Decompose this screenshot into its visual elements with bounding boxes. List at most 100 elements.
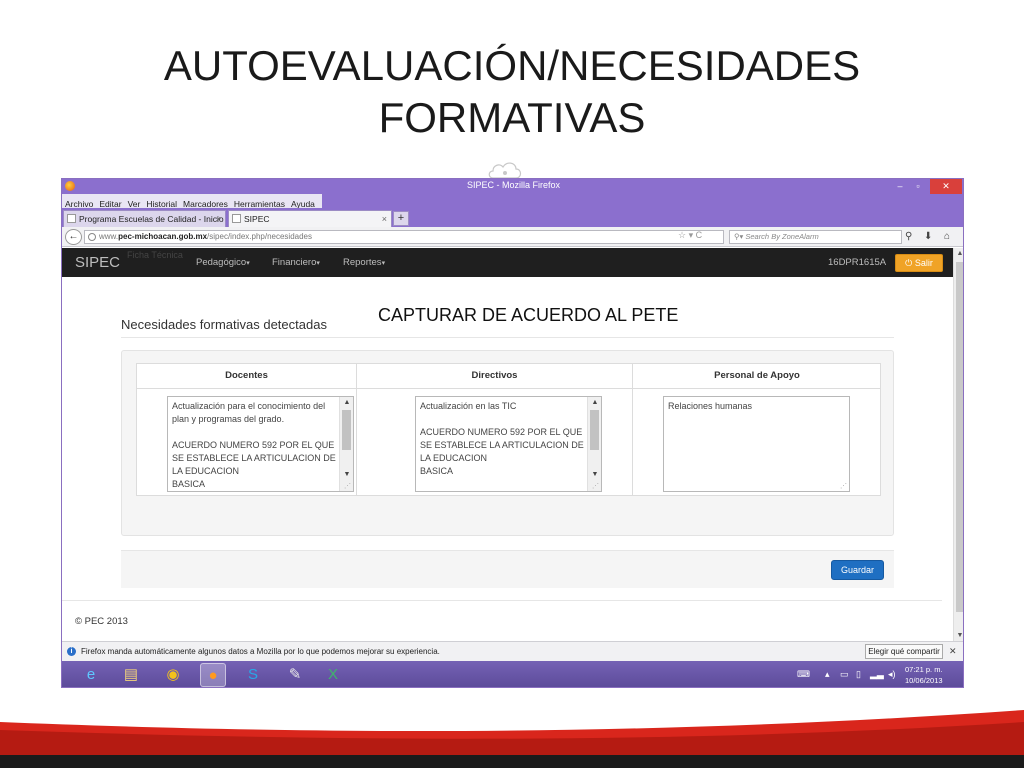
needs-table: Docentes Actualización para el conocimie…: [136, 363, 881, 496]
paint-icon[interactable]: ✎: [282, 663, 308, 687]
page-content: Necesidades formativas detectadas CAPTUR…: [62, 277, 953, 641]
info-icon: i: [67, 647, 76, 656]
url-host: pec-michoacan.gob.mx: [118, 232, 208, 241]
close-window-button[interactable]: ✕: [930, 179, 962, 194]
save-button[interactable]: Guardar: [831, 560, 884, 580]
slide-title-line-2: FORMATIVAS: [378, 94, 646, 141]
slide-title-line-1: AUTOEVALUACIÓN/NECESIDADES: [163, 42, 861, 89]
url-tools: ☆ ▾ C: [678, 230, 702, 241]
network-icon[interactable]: ▭: [840, 669, 849, 680]
resize-grip-icon[interactable]: ⋰: [344, 482, 351, 490]
tab-bar: Programa Escuelas de Calidad - Inicio × …: [62, 208, 963, 227]
column-header-directivos: Directivos: [357, 364, 632, 389]
download-icon[interactable]: ⬇: [924, 231, 932, 242]
search-go-icon[interactable]: ⚲: [905, 231, 912, 242]
footer-divider: [62, 600, 942, 601]
scroll-thumb[interactable]: [590, 410, 599, 450]
home-icon[interactable]: ⌂: [944, 231, 950, 242]
textarea-scrollbar[interactable]: ▲ ▼: [587, 397, 601, 491]
ficha-tecnica-ghost-text: Ficha Técnica: [127, 250, 183, 260]
logout-button[interactable]: ⏻ Salir: [895, 254, 943, 272]
internet-explorer-icon[interactable]: e: [78, 663, 104, 687]
tab-label: SIPEC: [244, 214, 270, 224]
tab-label: Programa Escuelas de Calidad - Inicio: [79, 214, 224, 224]
column-docentes: Docentes Actualización para el conocimie…: [137, 364, 356, 495]
needs-panel: Docentes Actualización para el conocimie…: [121, 350, 894, 536]
url-bar[interactable]: www.pec-michoacan.gob.mx/sipec/index.php…: [84, 230, 724, 244]
excel-icon[interactable]: X: [320, 663, 346, 687]
window-title: SIPEC - Mozilla Firefox: [466, 180, 561, 190]
globe-icon: [88, 233, 96, 241]
scroll-up-icon[interactable]: ▲: [588, 397, 601, 409]
caret-down-icon: ▾: [246, 260, 250, 267]
column-personal-apoyo: Personal de Apoyo Relaciones humanas ⋰: [633, 364, 881, 495]
tab-sipec[interactable]: SIPEC ×: [228, 210, 392, 227]
app-navbar: SIPEC Ficha Técnica Pedagógico▾ Financie…: [62, 248, 953, 277]
scroll-up-icon[interactable]: ▲: [954, 250, 963, 257]
resize-grip-icon[interactable]: ⋰: [592, 482, 599, 490]
scroll-down-icon[interactable]: ▼: [954, 632, 963, 639]
notification-bar: i Firefox manda automáticamente algunos …: [62, 641, 963, 661]
directivos-text: Actualización en las TIC ACUERDO NUMERO …: [420, 401, 584, 476]
dropdown-icon[interactable]: ▾: [689, 230, 694, 240]
firefox-icon[interactable]: ●: [200, 663, 226, 687]
file-explorer-icon[interactable]: ▤: [118, 663, 144, 687]
bookmark-star-icon[interactable]: ☆: [678, 230, 686, 240]
heading-divider: [121, 337, 894, 338]
column-header-docentes: Docentes: [137, 364, 356, 389]
reload-icon[interactable]: C: [696, 230, 703, 240]
volume-icon[interactable]: ◂): [888, 669, 896, 680]
menu-items: Archivo Editar Ver Historial Marcadores Herra…: [62, 194, 322, 209]
caret-down-icon: ▾: [316, 260, 320, 267]
page-scroll-thumb[interactable]: [956, 262, 963, 612]
scroll-up-icon[interactable]: ▲: [340, 397, 353, 409]
resize-grip-icon[interactable]: ⋰: [840, 482, 847, 490]
docentes-text: Actualización para el conocimiento del p…: [172, 401, 336, 489]
page-icon: [67, 214, 76, 223]
nav-reportes[interactable]: Reportes▾: [343, 257, 385, 268]
chrome-icon[interactable]: ◉: [160, 663, 186, 687]
slide-footer-decoration: [0, 710, 1024, 768]
app-brand[interactable]: SIPEC: [75, 254, 120, 271]
skype-icon[interactable]: S: [240, 663, 266, 687]
taskbar-clock[interactable]: 07:21 p. m. 10/06/2013: [905, 664, 943, 686]
close-tab-icon[interactable]: ×: [382, 211, 387, 227]
form-actions: Guardar: [121, 550, 894, 588]
tab-programa-escuelas[interactable]: Programa Escuelas de Calidad - Inicio ×: [63, 210, 226, 227]
choose-share-button[interactable]: Elegir qué compartir: [865, 644, 943, 659]
window-titlebar: SIPEC - Mozilla Firefox – ▫ ✕: [62, 179, 963, 194]
docentes-textarea[interactable]: Actualización para el conocimiento del p…: [167, 396, 354, 492]
search-input[interactable]: ⚲▾ Search By ZoneAlarm: [729, 230, 902, 244]
footer-copyright: © PEC 2013: [75, 616, 128, 627]
back-button[interactable]: ←: [65, 229, 82, 245]
slide-title: AUTOEVALUACIÓN/NECESIDADES FORMATIVAS: [0, 40, 1024, 144]
url-prefix: www.: [99, 232, 119, 241]
nav-financiero[interactable]: Financiero▾: [272, 257, 320, 268]
show-hidden-icons[interactable]: ▴: [825, 669, 830, 680]
search-placeholder: Search By ZoneAlarm: [745, 232, 819, 241]
scroll-down-icon[interactable]: ▼: [340, 469, 353, 481]
power-icon: ⏻: [905, 258, 913, 268]
keyboard-icon[interactable]: ⌨: [797, 669, 810, 680]
nav-pedagogico[interactable]: Pedagógico▾: [196, 257, 250, 268]
menu-bar: Archivo Editar Ver Historial Marcadores Herra…: [62, 194, 963, 209]
page-heading: Necesidades formativas detectadas: [121, 317, 327, 332]
close-tab-icon[interactable]: ×: [216, 211, 221, 227]
signal-icon[interactable]: ▂▃: [870, 669, 884, 680]
minimize-button[interactable]: –: [893, 179, 907, 194]
close-notification-icon[interactable]: ✕: [949, 646, 957, 657]
column-directivos: Directivos Actualización en las TIC ACUE…: [357, 364, 632, 495]
battery-icon[interactable]: ▯: [856, 669, 861, 680]
navigation-toolbar: ← www.pec-michoacan.gob.mx/sipec/index.p…: [62, 227, 963, 247]
scroll-thumb[interactable]: [342, 410, 351, 450]
personal-apoyo-text: Relaciones humanas: [668, 401, 753, 411]
textarea-scrollbar[interactable]: ▲ ▼: [339, 397, 353, 491]
personal-apoyo-textarea[interactable]: Relaciones humanas ⋰: [663, 396, 850, 492]
directivos-textarea[interactable]: Actualización en las TIC ACUERDO NUMERO …: [415, 396, 602, 492]
page-scrollbar[interactable]: ▲ ▼: [953, 248, 963, 641]
scroll-down-icon[interactable]: ▼: [588, 469, 601, 481]
browser-window: SIPEC - Mozilla Firefox – ▫ ✕ Archivo Edi…: [61, 178, 964, 688]
slide-annotation: CAPTURAR DE ACUERDO AL PETE: [378, 305, 679, 325]
maximize-button[interactable]: ▫: [911, 179, 925, 194]
new-tab-button[interactable]: +: [393, 211, 409, 226]
